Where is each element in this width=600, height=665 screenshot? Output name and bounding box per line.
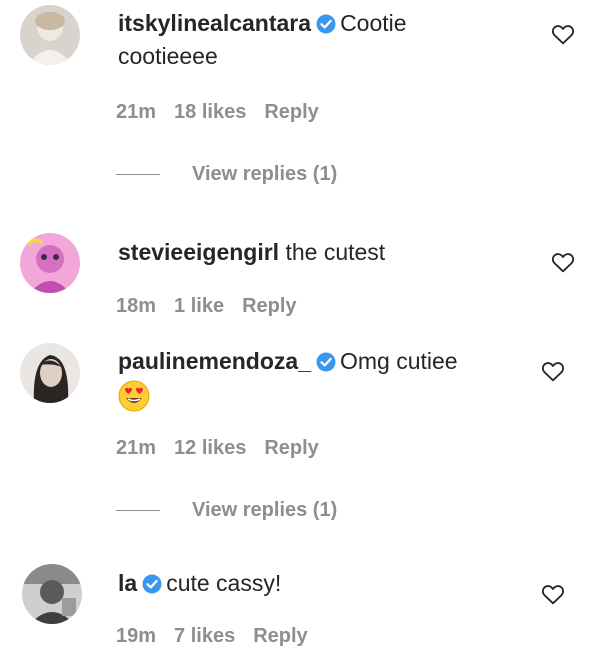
reply-button[interactable]: Reply bbox=[264, 437, 318, 459]
view-replies-label: View replies (1) bbox=[192, 499, 338, 521]
likes-count[interactable]: 1 like bbox=[174, 295, 224, 317]
heart-outline-icon[interactable] bbox=[541, 583, 565, 605]
comment-meta: 21m 12 likes Reply bbox=[116, 437, 337, 460]
comment-body: the cutest bbox=[285, 239, 386, 265]
username-link[interactable]: itskylinealcantara bbox=[118, 10, 311, 36]
divider-line bbox=[116, 510, 160, 512]
view-replies-button[interactable]: View replies (1) bbox=[116, 499, 337, 522]
likes-count[interactable]: 12 likes bbox=[174, 437, 246, 459]
comment-meta: 19m 7 likes Reply bbox=[116, 625, 326, 648]
avatar[interactable] bbox=[20, 233, 80, 293]
username-link[interactable]: stevieeigengirl bbox=[118, 239, 279, 265]
avatar[interactable] bbox=[20, 5, 80, 65]
comment-body: cute cassy! bbox=[166, 570, 282, 596]
view-replies-button[interactable]: View replies (1) bbox=[116, 163, 337, 186]
timestamp: 21m bbox=[116, 101, 157, 123]
comment-body: Omg cutiee bbox=[339, 348, 458, 374]
reply-button[interactable]: Reply bbox=[264, 101, 318, 123]
comment-text: paulinemendoza_ Omg cutiee bbox=[118, 345, 458, 412]
comment-text: la cute cassy! bbox=[118, 567, 281, 600]
likes-count[interactable]: 18 likes bbox=[174, 101, 246, 123]
verified-badge-icon bbox=[142, 574, 162, 594]
reply-button[interactable]: Reply bbox=[242, 295, 296, 317]
comment-meta: 18m 1 like Reply bbox=[116, 295, 315, 318]
comment-text: stevieeigengirl the cutest bbox=[118, 236, 385, 269]
heart-outline-icon[interactable] bbox=[551, 251, 575, 273]
verified-badge-icon bbox=[316, 352, 336, 372]
comment-body-continued: cootieeee bbox=[118, 43, 218, 69]
timestamp: 19m bbox=[116, 625, 157, 647]
username-link[interactable]: paulinemendoza_ bbox=[118, 348, 311, 374]
comment-text: itskylinealcantara Cootie cootieeee bbox=[118, 7, 407, 73]
reply-button[interactable]: Reply bbox=[253, 625, 307, 647]
avatar[interactable] bbox=[20, 343, 80, 403]
view-replies-label: View replies (1) bbox=[192, 163, 338, 185]
comment-body: Cootie bbox=[340, 10, 407, 36]
verified-badge-icon bbox=[316, 14, 336, 34]
heart-outline-icon[interactable] bbox=[541, 360, 565, 382]
timestamp: 18m bbox=[116, 295, 157, 317]
avatar[interactable] bbox=[22, 564, 82, 624]
heart-eyes-emoji bbox=[118, 380, 150, 412]
username-link[interactable]: la bbox=[118, 570, 137, 596]
divider-line bbox=[116, 174, 160, 176]
likes-count[interactable]: 7 likes bbox=[174, 625, 235, 647]
timestamp: 21m bbox=[116, 437, 157, 459]
heart-outline-icon[interactable] bbox=[551, 23, 575, 45]
comment-meta: 21m 18 likes Reply bbox=[116, 101, 337, 124]
